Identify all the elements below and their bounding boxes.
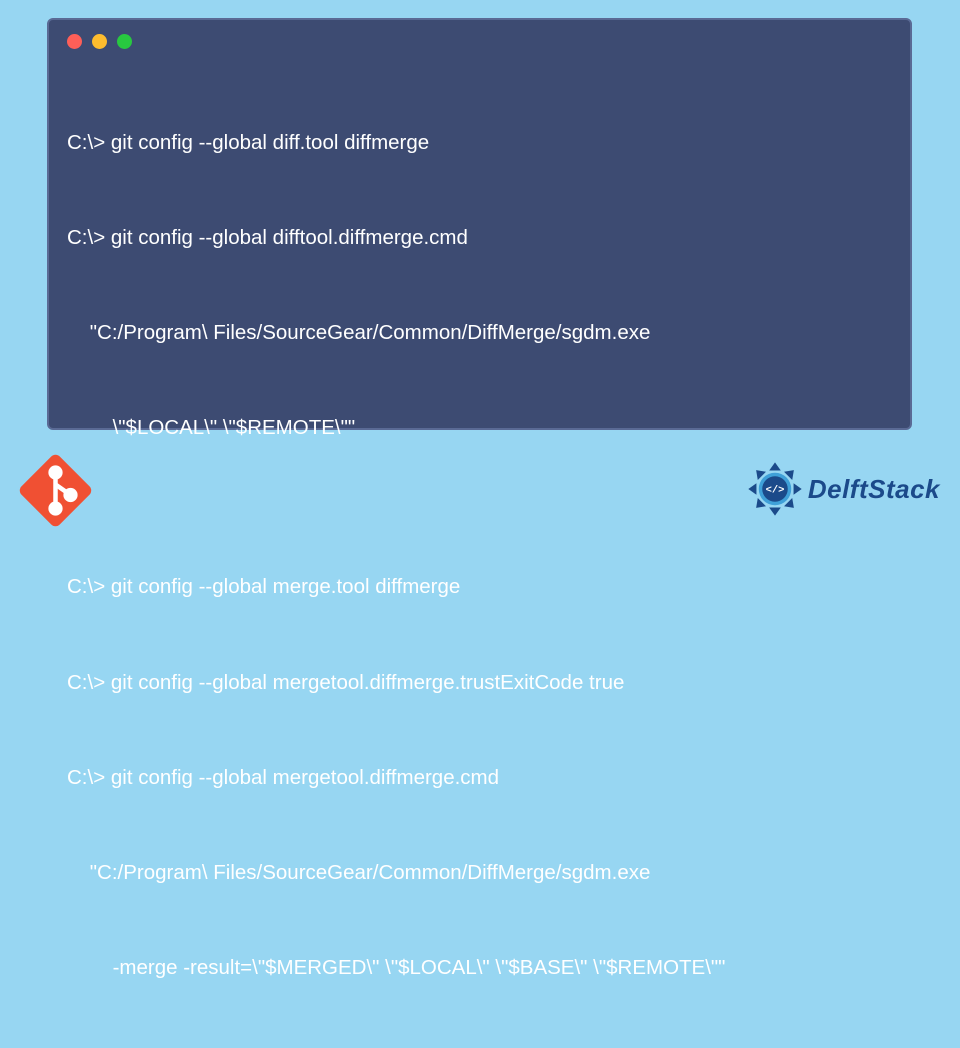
git-logo-icon <box>18 453 93 528</box>
close-icon[interactable] <box>67 34 82 49</box>
brand-logo: </> DelftStack <box>746 460 940 518</box>
code-line: C:\> git config --global diff.tool diffm… <box>67 127 892 159</box>
code-line: -merge -result=\"$MERGED\" \"$LOCAL\" \"… <box>67 952 892 984</box>
code-line: C:\> git config --global difftool.diffme… <box>67 222 892 254</box>
terminal-window: C:\> git config --global diff.tool diffm… <box>47 18 912 430</box>
code-line: C:\> git config --global mergetool.diffm… <box>67 762 892 794</box>
code-line: C:\> git config --global mergetool.diffm… <box>67 667 892 699</box>
window-traffic-lights <box>67 34 892 49</box>
svg-text:</>: </> <box>765 484 784 496</box>
brand-name: DelftStack <box>808 474 940 505</box>
maximize-icon[interactable] <box>117 34 132 49</box>
terminal-code-block: C:\> git config --global diff.tool diffm… <box>67 63 892 1048</box>
code-line: C:\> git config --global merge.tool diff… <box>67 571 892 603</box>
code-line: "C:/Program\ Files/SourceGear/Common/Dif… <box>67 857 892 889</box>
minimize-icon[interactable] <box>92 34 107 49</box>
code-line: "C:/Program\ Files/SourceGear/Common/Dif… <box>67 317 892 349</box>
brand-badge-icon: </> <box>746 460 804 518</box>
code-line: \"$LOCAL\" \"$REMOTE\"" <box>67 412 892 444</box>
